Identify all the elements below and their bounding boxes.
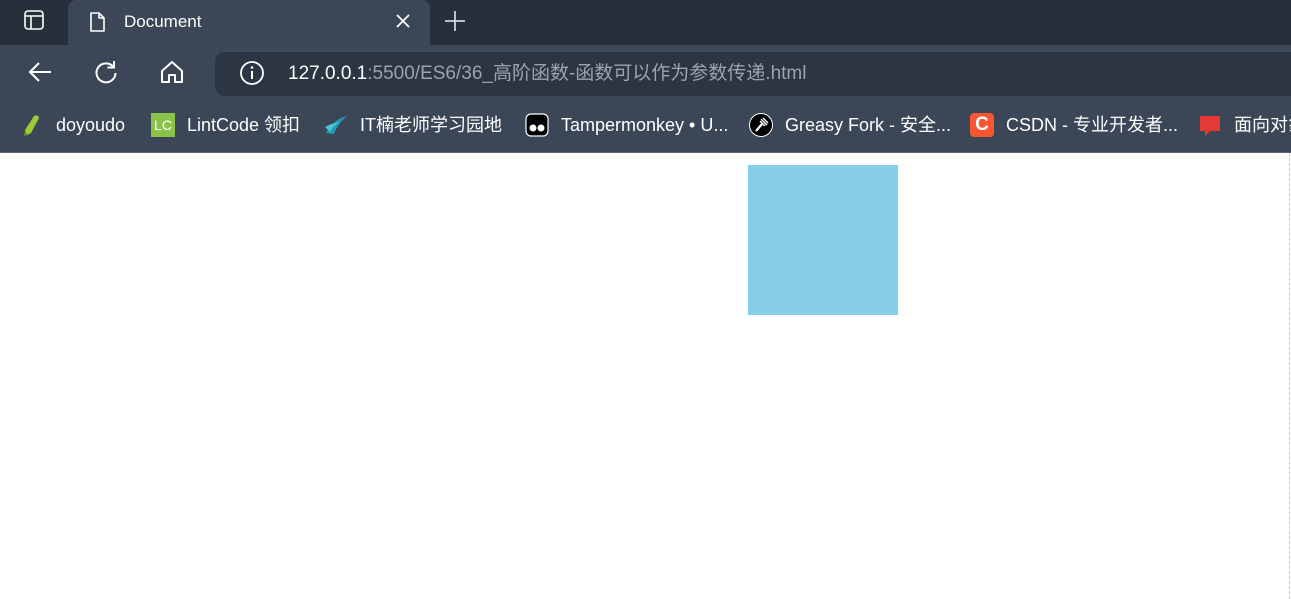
tampermonkey-icon — [525, 113, 549, 137]
bookmark-lintcode[interactable]: LC LintCode 领扣 — [151, 112, 300, 138]
bookmark-label: Tampermonkey • U... — [561, 115, 729, 135]
bookmark-label: doyoudo — [56, 115, 126, 135]
lintcode-icon-text: LC — [151, 113, 175, 137]
page-icon — [86, 11, 108, 33]
bookmark-tampermonkey[interactable]: Tampermonkey • U... — [525, 112, 728, 138]
red-bookmark-icon — [1198, 113, 1222, 137]
home-button[interactable] — [155, 57, 189, 91]
greasyfork-icon — [749, 113, 773, 137]
bookmark-oop[interactable]: 面向对象 — [1198, 112, 1291, 138]
tab-title: Document — [124, 12, 202, 31]
tab-actions-button[interactable] — [0, 0, 68, 45]
lintcode-icon: LC — [151, 113, 175, 137]
close-icon — [395, 13, 411, 34]
bookmark-label: 面向对象 — [1234, 115, 1291, 135]
info-icon — [239, 60, 265, 91]
address-bar[interactable]: 127.0.0.1:5500/ES6/36_高阶函数-函数可以作为参数传递.ht… — [215, 52, 1291, 96]
plus-icon — [443, 9, 467, 38]
bookmark-doyoudo[interactable]: doyoudo — [20, 112, 125, 138]
browser-toolbar: 127.0.0.1:5500/ES6/36_高阶函数-函数可以作为参数传递.ht… — [0, 45, 1291, 100]
bookmark-label: Greasy Fork - 安全... — [785, 115, 952, 135]
refresh-button[interactable] — [89, 57, 123, 91]
it-nan-icon — [324, 113, 348, 137]
bookmark-csdn[interactable]: C CSDN - 专业开发者... — [970, 112, 1178, 138]
bookmark-label: LintCode 领扣 — [187, 115, 301, 135]
tab-close-button[interactable] — [392, 12, 414, 34]
bookmark-it-nan[interactable]: IT楠老师学习园地 — [324, 112, 502, 138]
csdn-icon-text: C — [970, 113, 994, 137]
page-content — [0, 153, 1291, 599]
doyoudo-icon — [20, 113, 44, 137]
bookmark-label: IT楠老师学习园地 — [360, 115, 502, 135]
home-icon — [158, 58, 186, 91]
tab-actions-icon — [22, 8, 46, 37]
bookmark-label: CSDN - 专业开发者... — [1006, 115, 1179, 135]
new-tab-button[interactable] — [440, 8, 470, 38]
sky-blue-box — [748, 165, 898, 315]
url-host: 127.0.0.1 — [288, 63, 368, 84]
bookmarks-bar: doyoudo LC LintCode 领扣 IT楠老师学习园地 Tamperm… — [0, 100, 1291, 153]
bookmark-greasyfork[interactable]: Greasy Fork - 安全... — [749, 112, 951, 138]
back-arrow-icon — [26, 58, 54, 91]
csdn-icon: C — [970, 113, 994, 137]
url-path: :5500/ES6/36_高阶函数-函数可以作为参数传递.html — [367, 63, 807, 84]
site-info-button[interactable] — [239, 60, 265, 91]
url-text: 127.0.0.1:5500/ES6/36_高阶函数-函数可以作为参数传递.ht… — [288, 63, 806, 85]
back-button[interactable] — [23, 57, 57, 91]
tab-strip: Document — [0, 0, 1291, 45]
page-edge-divider — [1289, 153, 1290, 599]
tab-document[interactable]: Document — [68, 0, 430, 45]
refresh-icon — [92, 58, 120, 91]
